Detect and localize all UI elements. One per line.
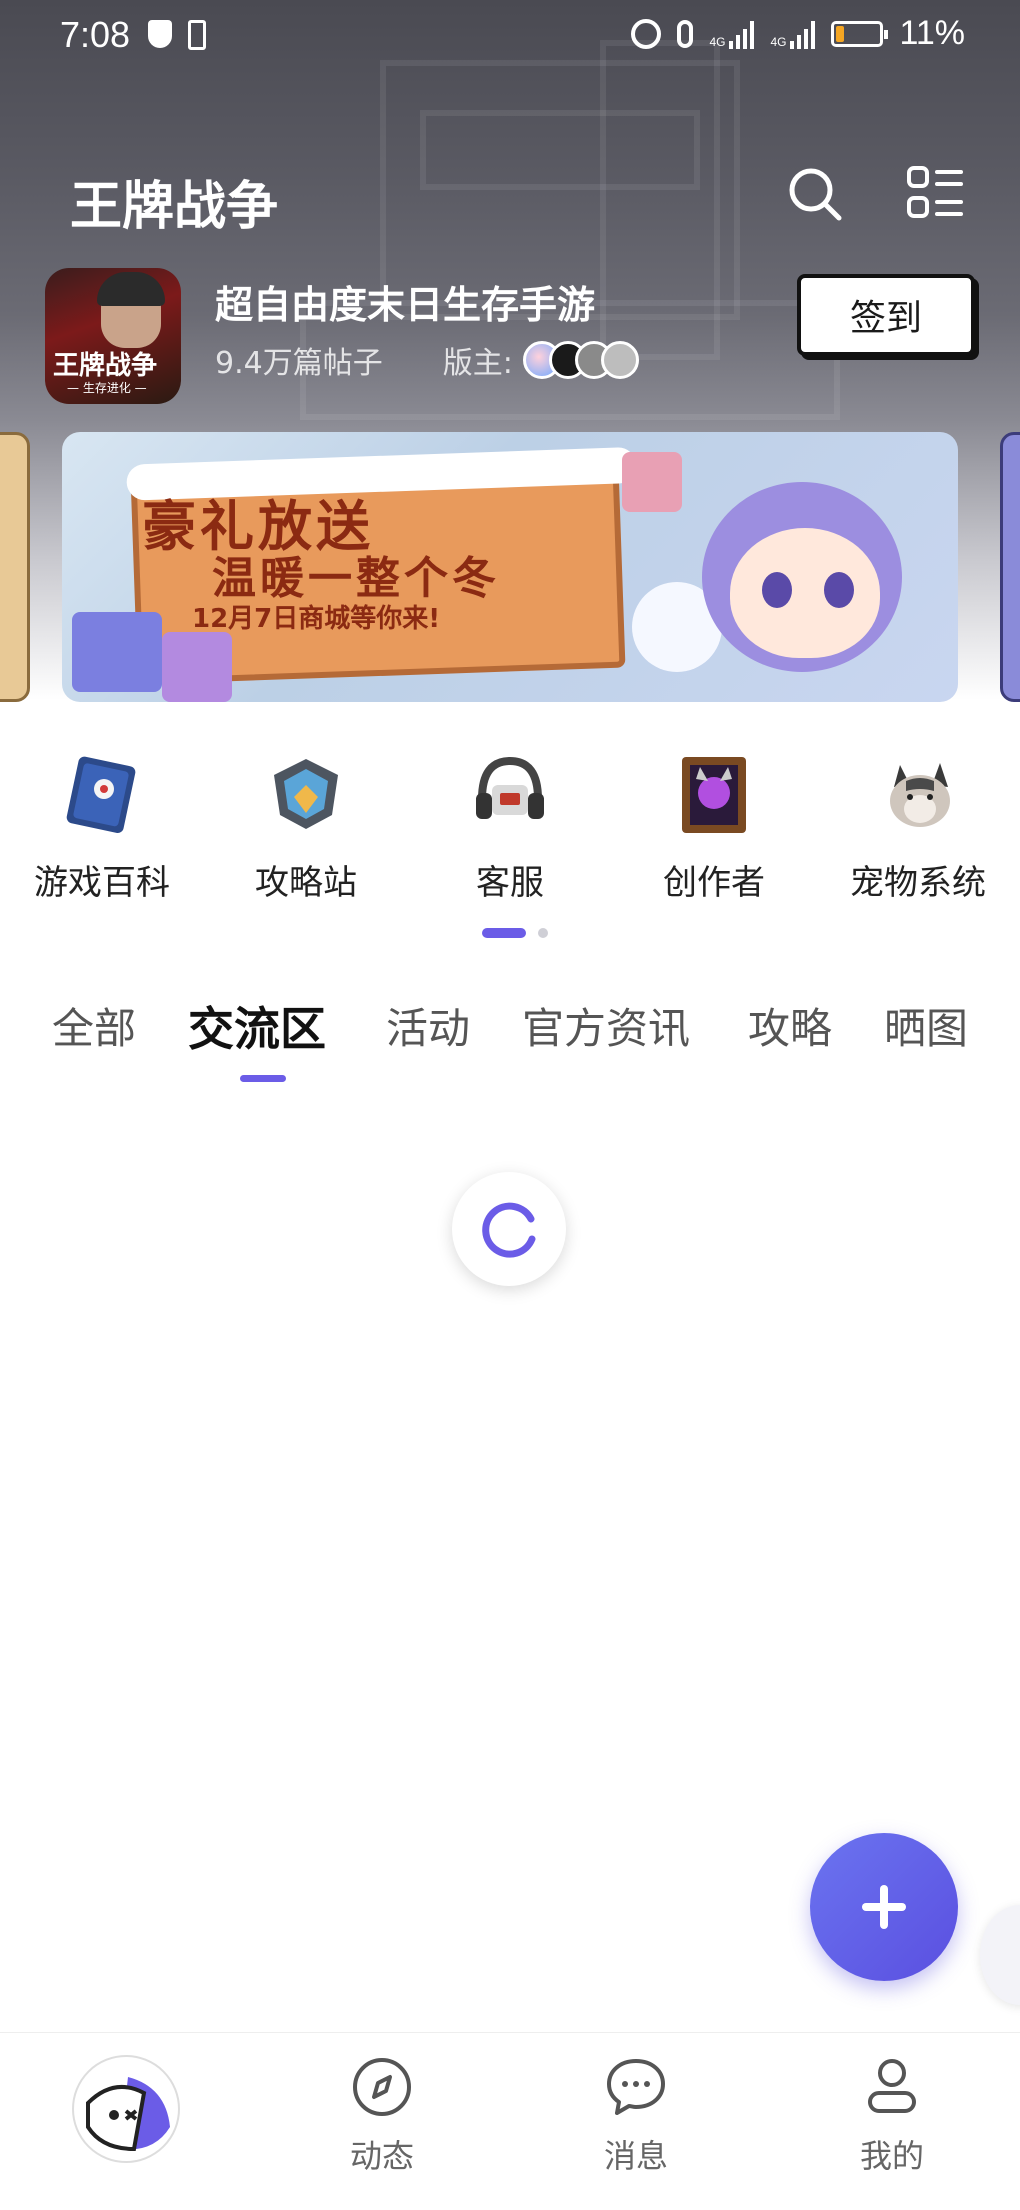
side-floating-widget[interactable]: [980, 1905, 1020, 2005]
promo-banner[interactable]: 豪礼放送 温暖一整个冬 12月7日商城等你来!: [62, 432, 958, 702]
shortcut-label: 游戏百科: [34, 863, 170, 903]
shortcut-pager: [0, 928, 1020, 940]
game-meta: 9.4万篇帖子 版主:: [215, 338, 639, 382]
game-icon-subtitle: — 生存进化 —: [67, 381, 147, 395]
spinner-icon: [482, 1202, 536, 1258]
tab-official-news[interactable]: 官方资讯: [522, 995, 690, 1056]
game-icon-logo: 王牌战争: [53, 351, 158, 381]
banner-subheadline: 温暖一整个冬: [212, 553, 500, 604]
tab-indicator: [240, 1075, 286, 1082]
tab-all[interactable]: 全部: [52, 995, 136, 1056]
shortcut-label: 创作者: [663, 863, 765, 903]
search-icon: [789, 168, 842, 221]
user-icon: [868, 2059, 916, 2113]
alarm-icon: [631, 18, 662, 49]
banner-next-slide[interactable]: [1000, 432, 1020, 702]
shortcut-label: 宠物系统: [850, 863, 986, 903]
tab-screenshots[interactable]: 晒图: [884, 995, 968, 1056]
tab-discussion[interactable]: 交流区: [188, 993, 326, 1059]
page-title: 王牌战争: [70, 177, 279, 237]
title-row: 王牌战争: [0, 150, 1020, 250]
network-type-1: 4G: [709, 34, 726, 49]
bottom-nav: 动态 消息 我的: [0, 2032, 1020, 2210]
microphone-icon: [677, 19, 694, 48]
nav-label: 动态: [349, 2137, 414, 2175]
tab-guides[interactable]: 攻略: [748, 995, 832, 1056]
status-time: 7:08: [60, 14, 131, 55]
signal-icon: [729, 19, 755, 49]
menu-button[interactable]: [905, 164, 965, 224]
portrait-frame-icon: [666, 745, 762, 841]
cat-icon: [870, 745, 966, 841]
grid-menu-icon: [907, 166, 963, 218]
post-count: 9.4万篇帖子: [215, 346, 383, 381]
banner-prev-slide[interactable]: [0, 432, 30, 702]
shortcut-label: 客服: [476, 863, 544, 903]
shortcut-pet-system[interactable]: 宠物系统: [818, 745, 1018, 905]
security-shield-icon: [148, 20, 172, 48]
gift-box-icon: [72, 612, 162, 692]
game-info-card: 王牌战争 — 生存进化 — 超自由度末日生存手游 9.4万篇帖子 版主: 签到: [45, 268, 975, 408]
moderator-label: 版主:: [442, 346, 513, 381]
shortcut-label: 攻略站: [255, 863, 357, 903]
search-button[interactable]: [785, 164, 845, 224]
game-name: 超自由度末日生存手游: [215, 283, 596, 327]
nav-profile[interactable]: 我的: [822, 2055, 962, 2177]
shortcut-creator[interactable]: 创作者: [614, 745, 814, 905]
headset-icon: [462, 745, 558, 841]
shortcut-customer-service[interactable]: 客服: [410, 745, 610, 905]
tab-events[interactable]: 活动: [386, 995, 470, 1056]
home-avatar-icon: [86, 2077, 170, 2152]
banner-date-text: 12月7日商城等你来!: [192, 604, 441, 634]
checkin-button[interactable]: 签到: [797, 274, 975, 356]
status-bar: 7:08 4G 4G 11%: [0, 0, 1020, 72]
nav-messages[interactable]: 消息: [566, 2055, 706, 2177]
signal-icon: [790, 19, 816, 49]
pager-dot-active[interactable]: [482, 928, 526, 938]
sim-card-icon: [188, 20, 206, 50]
shield-badge-icon: [258, 745, 354, 841]
battery-percent: 11%: [899, 14, 965, 52]
content-tabs: 全部 交流区 活动 官方资讯 攻略 晒图: [0, 995, 1020, 1085]
compass-icon: [353, 2058, 411, 2116]
loading-spinner: [452, 1172, 566, 1286]
gift-box-icon: [622, 452, 682, 512]
create-post-button[interactable]: [810, 1833, 958, 1981]
shortcut-game-wiki[interactable]: 游戏百科: [2, 745, 202, 905]
pager-dot[interactable]: [538, 928, 548, 938]
shortcut-guide-station[interactable]: 攻略站: [206, 745, 406, 905]
moderator-avatars[interactable]: [522, 341, 639, 379]
shortcut-row: 游戏百科 攻略站 客服 创作者 宠物系统: [0, 745, 1020, 905]
nav-label: 消息: [603, 2137, 668, 2175]
avatar: [600, 341, 639, 379]
book-icon: [54, 745, 150, 841]
gift-box-icon: [162, 632, 232, 702]
nav-label: 我的: [859, 2137, 924, 2175]
game-icon[interactable]: 王牌战争 — 生存进化 —: [45, 268, 181, 404]
nav-feed[interactable]: 动态: [312, 2055, 452, 2177]
battery-icon: [831, 20, 889, 47]
network-type-2: 4G: [770, 34, 787, 49]
nav-home[interactable]: [72, 2055, 180, 2163]
chat-bubble-icon: [607, 2059, 665, 2115]
